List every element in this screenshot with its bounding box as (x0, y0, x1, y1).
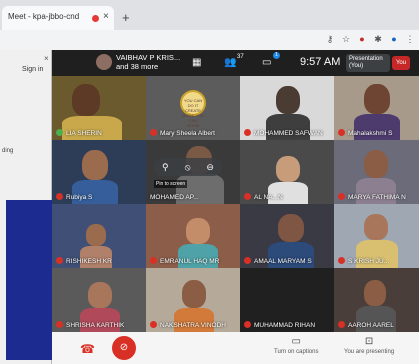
participant-tile[interactable]: S KRISH JU... (334, 204, 419, 268)
presentation-tile[interactable]: Presentation (You) (346, 54, 390, 72)
mute-icon[interactable]: ⦸ (185, 162, 191, 173)
mic-off-icon (338, 129, 345, 136)
recording-dot-icon (92, 15, 99, 22)
avatar (96, 54, 112, 70)
mic-off-icon (338, 257, 345, 264)
tab-close-icon[interactable]: × (103, 11, 109, 22)
participant-name: AMAAL MARYAM S (254, 258, 312, 265)
participant-name: Mahalakshmi S (348, 130, 393, 137)
participant-tile[interactable]: Rubiya S (52, 140, 146, 204)
puzzle-icon[interactable]: ✱ (373, 34, 383, 45)
pin-tooltip: Pin to screen (154, 180, 188, 188)
participant-tile[interactable]: SHRISHA KARTHIK (52, 268, 146, 332)
mic-off-icon (244, 321, 251, 328)
left-docs-panel: × Sign in ding 020 (0, 50, 52, 364)
key-icon[interactable]: ⚷ (325, 34, 335, 45)
mic-off-icon (56, 321, 63, 328)
participant-tile[interactable]: AL NA...N (240, 140, 334, 204)
new-tab-button[interactable]: + (122, 10, 130, 25)
participant-name: LIA SHERIN (66, 130, 102, 137)
presenting-button[interactable]: ⊡ You are presenting (344, 336, 394, 355)
participant-tile[interactable]: YOU CAN DO IT CREATE MORE YOU CAN SPEAK … (146, 76, 240, 140)
participants-summary[interactable]: VAIBHAV P KRIS... and 38 more (116, 53, 180, 71)
browser-tab-bar: Meet - kpa-jbbo-cnd × + (0, 0, 419, 30)
participant-name: NAKSHATRA VINODH (160, 322, 226, 329)
participant-name: MOHAMED AP... (150, 194, 199, 201)
tile-hover-controls: ⚲ ⦸ ⊖ (154, 158, 222, 176)
captions-button[interactable]: ▭ Turn on captions (274, 336, 318, 355)
panel-text: ding (2, 148, 14, 154)
participant-name: Rubiya S (66, 194, 93, 201)
people-icon[interactable]: 👥 (224, 57, 236, 68)
participant-name: S KRISH JU... (348, 258, 390, 265)
participant-name: SHRISHA KARTHIK (66, 322, 125, 329)
mic-off-icon (56, 193, 63, 200)
self-view-tile[interactable]: You (392, 56, 410, 70)
participant-tile[interactable]: ⚲ ⦸ ⊖ Pin to screen MOHAMED AP... (146, 140, 240, 204)
chat-badge: 1 (273, 52, 280, 59)
address-bar: ⚷ ☆ ● ✱ ● ⋮ (0, 30, 419, 50)
mic-off-icon (338, 193, 345, 200)
profile-icon[interactable]: ● (389, 34, 399, 45)
tab-title: Meet - kpa-jbbo-cnd (8, 12, 80, 21)
mic-on-icon (56, 129, 63, 136)
mic-off-icon (338, 321, 345, 328)
layout-icon[interactable]: ▦ (192, 57, 201, 68)
remove-icon[interactable]: ⊖ (206, 162, 214, 173)
participant-name: MARYA FATHIMA N (348, 194, 406, 201)
participant-tile[interactable]: Mahalakshmi S (334, 76, 419, 140)
participant-name: Mary Sheela Albert (160, 130, 215, 137)
participant-tile[interactable]: EMRANUL HAQ MR (146, 204, 240, 268)
participant-count: 37 (237, 54, 244, 60)
participant-name: AAROH AAREL (348, 322, 394, 329)
school-logo: YOU CAN DO IT CREATE MORE YOU CAN SPEAK (180, 90, 206, 128)
presenting-label: You are presenting (344, 349, 395, 355)
captions-label: Turn on captions (274, 349, 319, 355)
host-name: VAIBHAV P KRIS... (116, 53, 181, 62)
captions-icon: ▭ (291, 336, 301, 347)
star-icon[interactable]: ☆ (341, 34, 351, 45)
mic-off-icon (150, 321, 157, 328)
participant-tile[interactable]: LIA SHERIN (52, 76, 146, 140)
participant-name: MUHAMMAD RIHAN (254, 322, 316, 329)
chat-icon[interactable]: ▭ (262, 57, 271, 68)
participant-tile[interactable]: MOHAMMED SAFWAN (240, 76, 334, 140)
mic-off-icon (244, 257, 251, 264)
clock-time: 9:57 AM (300, 56, 341, 68)
panel-close-icon[interactable]: × (44, 54, 49, 63)
slide-thumbnail[interactable] (6, 200, 52, 360)
screen: Meet - kpa-jbbo-cnd × + ⚷ ☆ ● ✱ ● ⋮ × Si… (0, 0, 419, 364)
participant-tile[interactable]: AAROH AAREL (334, 268, 419, 332)
menu-icon[interactable]: ⋮ (405, 34, 415, 45)
mic-off-icon (244, 129, 251, 136)
meet-top-bar: VAIBHAV P KRIS... and 38 more ▦ 👥 37 ▭ 1… (52, 50, 419, 76)
mic-off-icon (150, 129, 157, 136)
present-icon: ⊡ (364, 336, 374, 347)
participant-name: RISHIKESH KR (66, 258, 112, 265)
mic-off-icon (244, 193, 251, 200)
participant-tile[interactable]: MARYA FATHIMA N (334, 140, 419, 204)
mic-off-icon (150, 257, 157, 264)
camera-off-button[interactable]: ⊘ (112, 336, 136, 360)
participant-grid: LIA SHERIN YOU CAN DO IT CREATE MORE YOU… (52, 76, 419, 332)
meet-bottom-bar: ☎ ⊘ ▭ Turn on captions ⊡ You are present… (52, 332, 419, 364)
participant-tile[interactable]: RISHIKESH KR (52, 204, 146, 268)
pin-icon[interactable]: ⚲ (162, 162, 169, 173)
sign-in-link[interactable]: Sign in (22, 66, 43, 73)
mic-off-icon (56, 257, 63, 264)
hang-up-icon[interactable]: ☎ (80, 342, 95, 356)
participant-tile[interactable]: NAKSHATRA VINODH (146, 268, 240, 332)
participant-tile[interactable]: MUHAMMAD RIHAN (240, 268, 334, 332)
participant-name: MOHAMMED SAFWAN (254, 130, 323, 137)
participant-name: EMRANUL HAQ MR (160, 258, 220, 265)
participant-tile[interactable]: AMAAL MARYAM S (240, 204, 334, 268)
extension-icon[interactable]: ● (357, 34, 367, 45)
others-count: and 38 more (116, 62, 159, 71)
participant-name: AL NA...N (254, 194, 283, 201)
